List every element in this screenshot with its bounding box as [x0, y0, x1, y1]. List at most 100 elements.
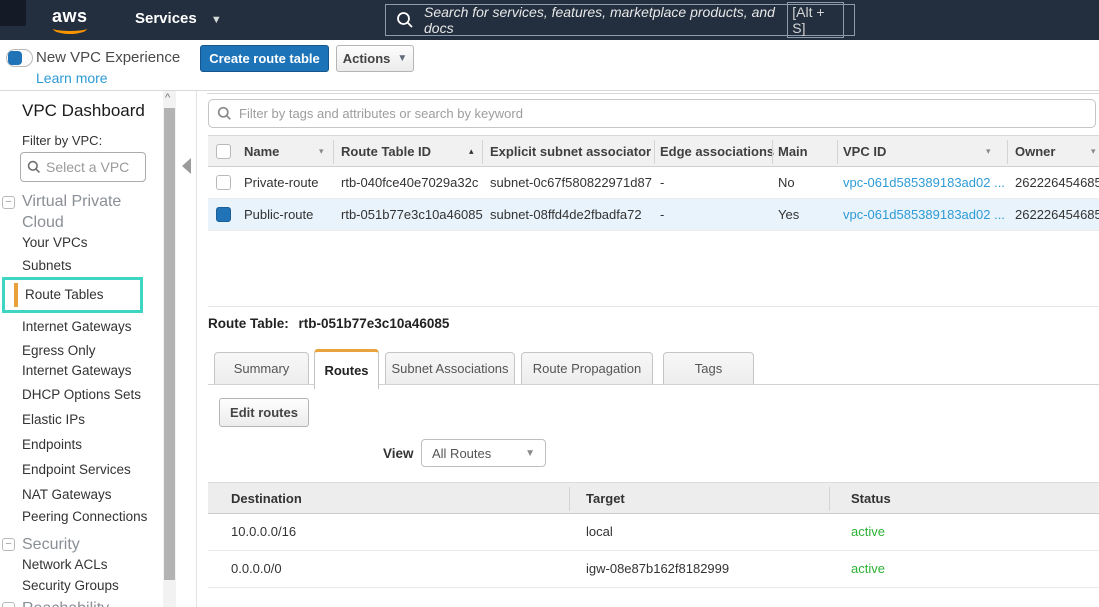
vpc-id-link[interactable]: vpc-061d585389183ad02 ...: [843, 175, 1005, 190]
cell-route-table-id: rtb-051b77e3c10a46085: [341, 207, 483, 222]
tab-summary[interactable]: Summary: [214, 352, 309, 385]
column-header-vpc-id[interactable]: VPC ID: [843, 144, 886, 159]
cell-explicit-subnet: subnet-0c67f580822971d87: [490, 175, 652, 190]
aws-smile-icon: [53, 23, 87, 34]
services-menu[interactable]: Services ▼: [135, 10, 222, 27]
detail-title: Route Table: rtb-051b77e3c10a46085: [208, 316, 449, 331]
column-divider: [837, 140, 838, 164]
cell-main: No: [778, 175, 795, 190]
sidebar-item-nat-gateways[interactable]: NAT Gateways: [22, 487, 112, 502]
table-row-private-route[interactable]: Private-route rtb-040fce40e7029a32c subn…: [208, 167, 1099, 199]
table-row-public-route[interactable]: Public-route rtb-051b77e3c10a46085 subne…: [208, 199, 1099, 231]
sidebar-item-endpoint-services[interactable]: Endpoint Services: [22, 462, 131, 477]
column-divider: [569, 487, 570, 511]
cell-owner: 262226454685: [1015, 175, 1099, 190]
igw-target-link[interactable]: igw-08e87b162f8182999: [586, 561, 729, 576]
sort-icon-name[interactable]: ▾: [319, 146, 324, 157]
column-header-edge-associations[interactable]: Edge associations: [660, 144, 774, 159]
actions-button[interactable]: Actions ▼: [336, 45, 414, 72]
route-row-igw: 0.0.0.0/0 igw-08e87b162f8182999 active: [208, 551, 1099, 588]
cell-destination: 0.0.0.0/0: [231, 561, 282, 576]
sidebar-collapse-arrow[interactable]: [182, 158, 191, 174]
global-search[interactable]: Search for services, features, marketpla…: [385, 4, 855, 36]
scroll-up-arrow[interactable]: ^: [165, 92, 170, 104]
cell-owner: 262226454685: [1015, 207, 1099, 222]
column-divider: [333, 140, 334, 164]
table-filter-placeholder: Filter by tags and attributes or search …: [239, 106, 523, 121]
edit-routes-button[interactable]: Edit routes: [219, 398, 309, 427]
section-reachability[interactable]: Reachability: [22, 598, 152, 607]
cell-name: Public-route: [244, 207, 313, 222]
tab-routes[interactable]: Routes: [314, 349, 379, 389]
route-row-local: 10.0.0.0/16 local active: [208, 514, 1099, 551]
column-divider: [482, 140, 483, 164]
active-item-marker: [14, 283, 18, 307]
learn-more-link[interactable]: Learn more: [36, 70, 108, 86]
search-icon: [217, 106, 232, 121]
new-vpc-experience-toggle[interactable]: [6, 49, 33, 67]
sort-icon-route-table-id[interactable]: ▴: [469, 146, 474, 157]
select-vpc-input[interactable]: Select a VPC: [20, 152, 146, 182]
column-header-route-table-id[interactable]: Route Table ID: [341, 144, 431, 159]
sidebar-item-internet-gateways[interactable]: Internet Gateways: [22, 319, 132, 334]
sidebar-scrollbar[interactable]: ^: [163, 91, 176, 607]
column-header-explicit-subnet[interactable]: Explicit subnet associator: [490, 144, 651, 159]
detail-divider: [208, 306, 1099, 307]
column-divider: [1007, 140, 1008, 164]
sidebar-item-subnets[interactable]: Subnets: [22, 258, 72, 273]
row-checkbox[interactable]: [216, 175, 231, 190]
actions-label: Actions: [343, 51, 391, 66]
sidebar-item-security-groups[interactable]: Security Groups: [22, 578, 119, 593]
sidebar-item-endpoints[interactable]: Endpoints: [22, 437, 82, 452]
sidebar-item-route-tables[interactable]: Route Tables: [2, 277, 143, 313]
sidebar-title: VPC Dashboard: [22, 101, 145, 121]
tab-route-propagation[interactable]: Route Propagation: [521, 352, 653, 385]
cell-explicit-subnet: subnet-08ffd4de2fbadfa72: [490, 207, 642, 222]
subheader: New VPC Experience Learn more Create rou…: [0, 40, 1099, 91]
column-divider: [829, 487, 830, 511]
collapse-section-icon[interactable]: −: [2, 602, 15, 607]
cell-route-table-id: rtb-040fce40e7029a32c: [341, 175, 478, 190]
sidebar-item-network-acls[interactable]: Network ACLs: [22, 557, 108, 572]
chevron-down-icon: ▼: [211, 14, 222, 26]
sort-icon-vpc-id[interactable]: ▾: [986, 146, 991, 157]
vpc-console-page: aws Services ▼ Search for services, feat…: [0, 0, 1099, 607]
aws-logo[interactable]: aws: [52, 6, 92, 34]
collapse-section-icon[interactable]: −: [2, 196, 15, 209]
vpc-id-link[interactable]: vpc-061d585389183ad02 ...: [843, 207, 1005, 222]
view-label: View: [383, 446, 414, 461]
column-header-status: Status: [851, 491, 891, 506]
main-panel: Filter by tags and attributes or search …: [196, 91, 1099, 607]
search-icon: [27, 160, 41, 174]
scrollbar-thumb[interactable]: [164, 108, 175, 580]
cell-edge-associations: -: [660, 175, 664, 190]
collapse-section-icon[interactable]: −: [2, 538, 15, 551]
sidebar-item-peering-connections[interactable]: Peering Connections: [22, 509, 147, 524]
search-icon: [396, 11, 414, 29]
column-header-main[interactable]: Main: [778, 144, 808, 159]
sort-icon-owner[interactable]: ▾: [1091, 146, 1096, 157]
filter-by-vpc-label: Filter by VPC:: [22, 133, 102, 148]
services-label: Services: [135, 10, 197, 27]
tab-subnet-associations[interactable]: Subnet Associations: [385, 352, 515, 385]
sidebar-item-elastic-ips[interactable]: Elastic IPs: [22, 412, 85, 427]
tab-tags[interactable]: Tags: [663, 352, 754, 385]
section-virtual-private-cloud[interactable]: Virtual Private Cloud: [22, 191, 152, 233]
select-all-checkbox[interactable]: [216, 144, 231, 159]
column-header-name[interactable]: Name: [244, 144, 279, 159]
routes-header-row: Destination Target Status: [208, 482, 1099, 514]
section-security[interactable]: Security: [22, 534, 152, 555]
sidebar-item-egress-only-internet-gateways[interactable]: Egress Only Internet Gateways: [22, 341, 142, 381]
chevron-down-icon: ▼: [525, 448, 535, 459]
window-corner: [0, 0, 26, 26]
sidebar-item-dhcp-options-sets[interactable]: DHCP Options Sets: [22, 387, 141, 402]
cell-target: local: [586, 524, 613, 539]
row-checkbox-checked[interactable]: [216, 207, 231, 222]
table-filter-input[interactable]: Filter by tags and attributes or search …: [208, 99, 1096, 128]
chevron-down-icon: ▼: [397, 53, 407, 64]
column-header-owner[interactable]: Owner: [1015, 144, 1055, 159]
sidebar-item-your-vpcs[interactable]: Your VPCs: [22, 235, 88, 250]
create-route-table-button[interactable]: Create route table: [200, 45, 329, 72]
view-dropdown[interactable]: All Routes ▼: [421, 439, 546, 467]
column-divider: [654, 140, 655, 164]
